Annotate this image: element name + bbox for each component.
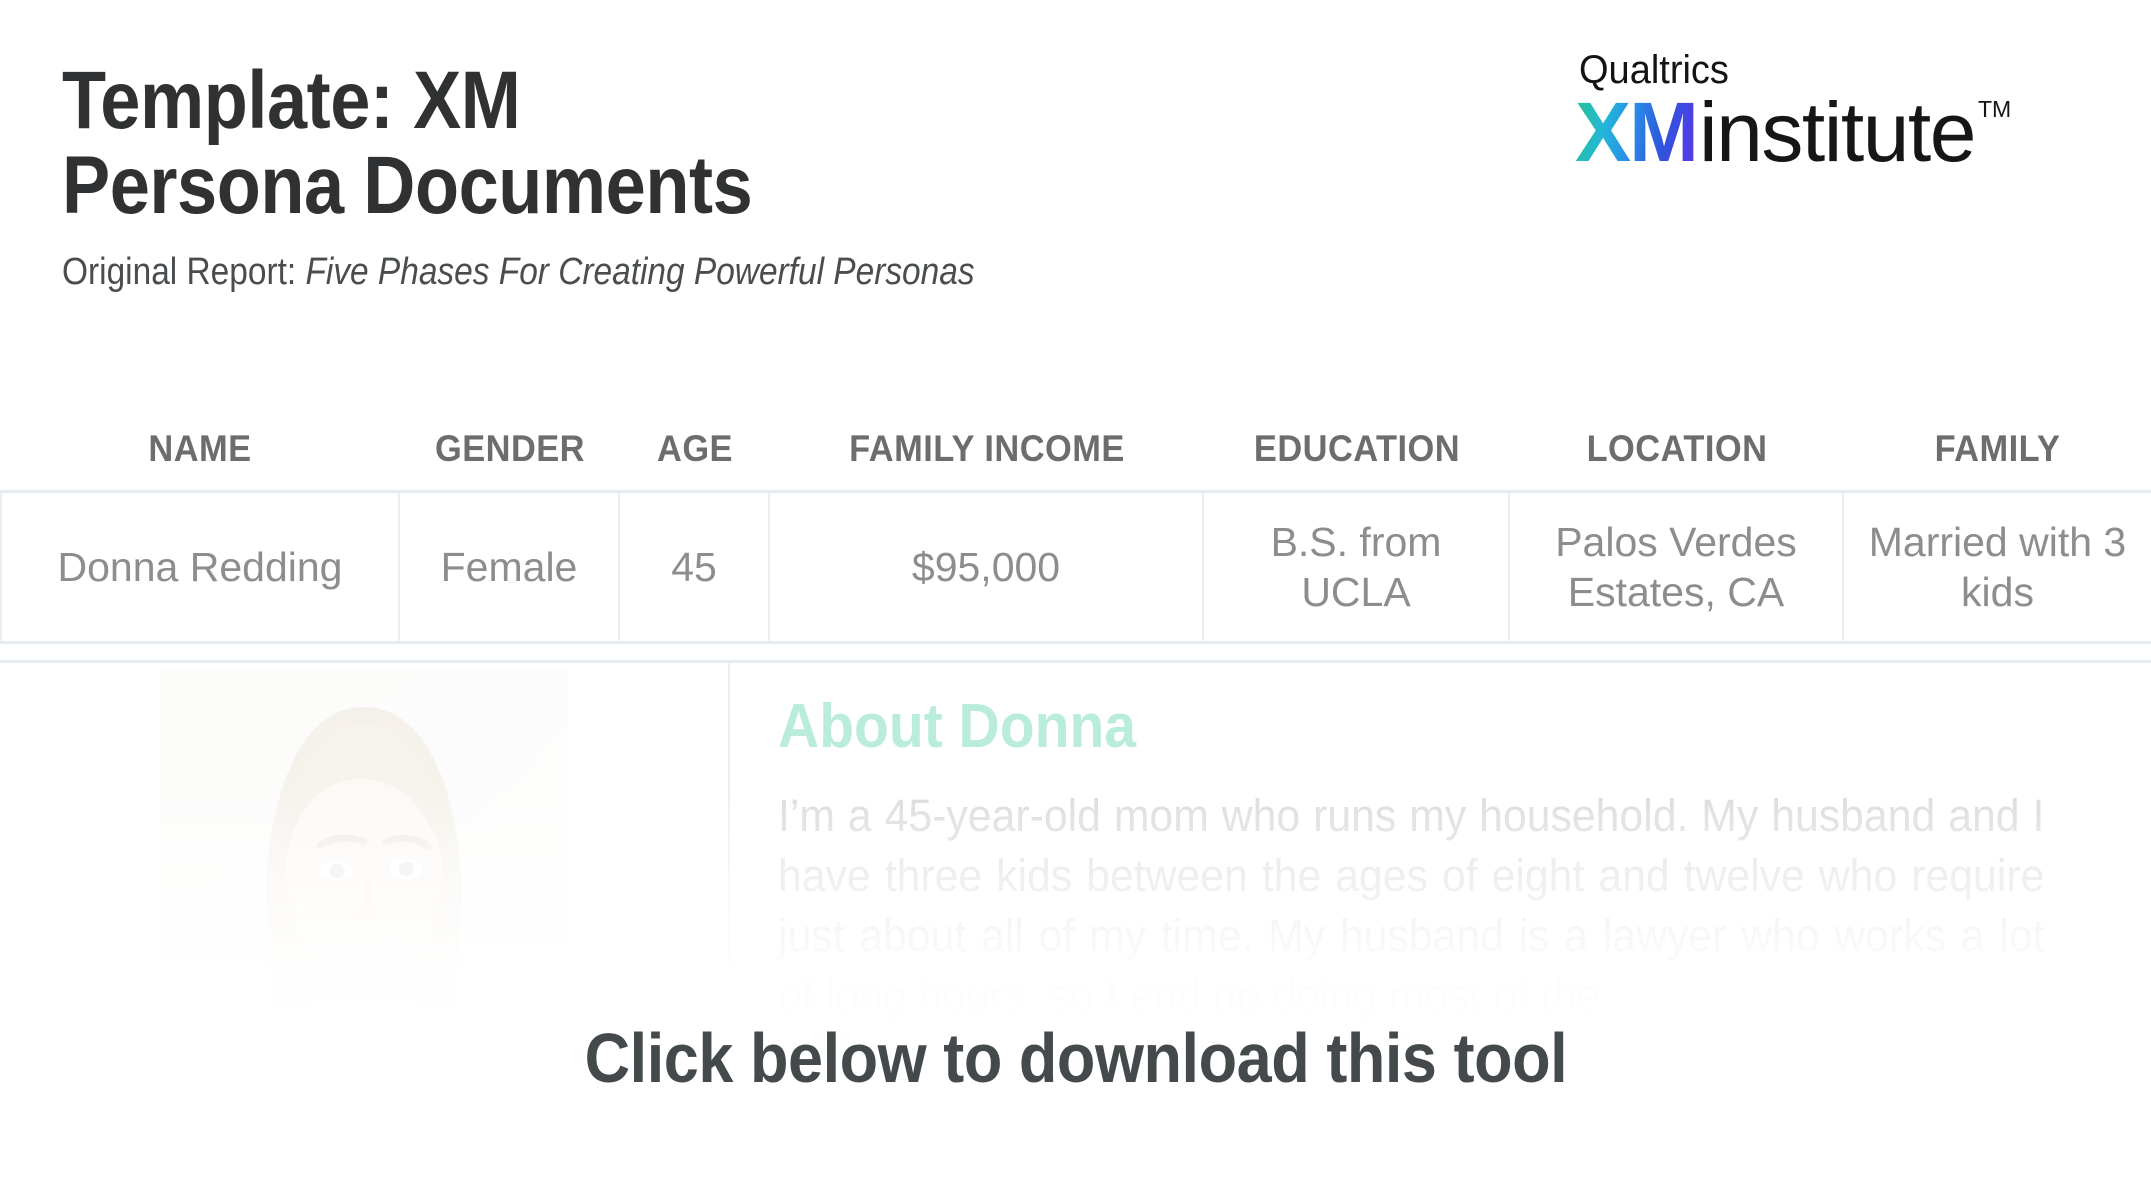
cell-gender: Female — [400, 493, 620, 641]
cell-family-income: $95,000 — [770, 493, 1204, 641]
persona-detail-panel: About Donna I’m a 45-year-old mom who ru… — [0, 660, 2151, 1080]
subtitle: Original Report: Five Phases For Creatin… — [62, 251, 1276, 294]
subtitle-report-name: Five Phases For Creating Powerful Person… — [305, 250, 975, 293]
table-row: Donna Redding Female 45 $95,000 B.S. fro… — [0, 493, 2151, 641]
cell-education: B.S. from UCLA — [1204, 493, 1510, 641]
column-header-gender: GENDER — [434, 428, 586, 469]
institute-wordmark: institute — [1699, 85, 1977, 179]
about-heading: About Donna — [778, 692, 1137, 761]
persona-template-page: Template: XM Persona Documents Original … — [0, 0, 2151, 1202]
table-header-row: NAME GENDER AGE FAMILY INCOME EDUCATION … — [0, 428, 2151, 490]
avatar — [160, 667, 568, 1075]
column-header-name: NAME — [148, 428, 252, 469]
download-cta-label: Click below to download this tool — [584, 1019, 1567, 1097]
xm-institute-wordmark: XM institute TM — [1575, 90, 2011, 174]
persona-attributes-table: NAME GENDER AGE FAMILY INCOME EDUCATION … — [0, 428, 2151, 644]
title-block: Template: XM Persona Documents Original … — [62, 58, 1442, 294]
table-body: Donna Redding Female 45 $95,000 B.S. fro… — [0, 490, 2151, 644]
subtitle-lead: Original Report: — [62, 250, 306, 293]
trademark-icon: TM — [1978, 96, 2012, 122]
page-title: Template: XM Persona Documents — [62, 55, 753, 232]
about-body-text: I’m a 45-year-old mom who runs my househ… — [778, 790, 2045, 1021]
column-header-age: AGE — [657, 428, 733, 469]
column-header-education: EDUCATION — [1253, 428, 1461, 469]
download-cta: Click below to download this tool — [0, 1018, 2151, 1098]
cell-location: Palos Verdes Estates, CA — [1510, 493, 1844, 641]
column-header-family-income: FAMILY INCOME — [849, 428, 1125, 469]
cell-name: Donna Redding — [0, 493, 400, 641]
column-header-location: LOCATION — [1586, 428, 1768, 469]
cell-family: Married with 3 kids — [1868, 518, 2127, 615]
page-header: Template: XM Persona Documents Original … — [0, 0, 2151, 400]
qualtrics-xm-institute-logo: Qualtrics XM institute TM — [1571, 48, 2111, 180]
xm-gradient-mark: XM — [1575, 85, 1699, 179]
column-header-family: FAMILY — [1934, 428, 2061, 469]
cell-age: 45 — [620, 493, 770, 641]
